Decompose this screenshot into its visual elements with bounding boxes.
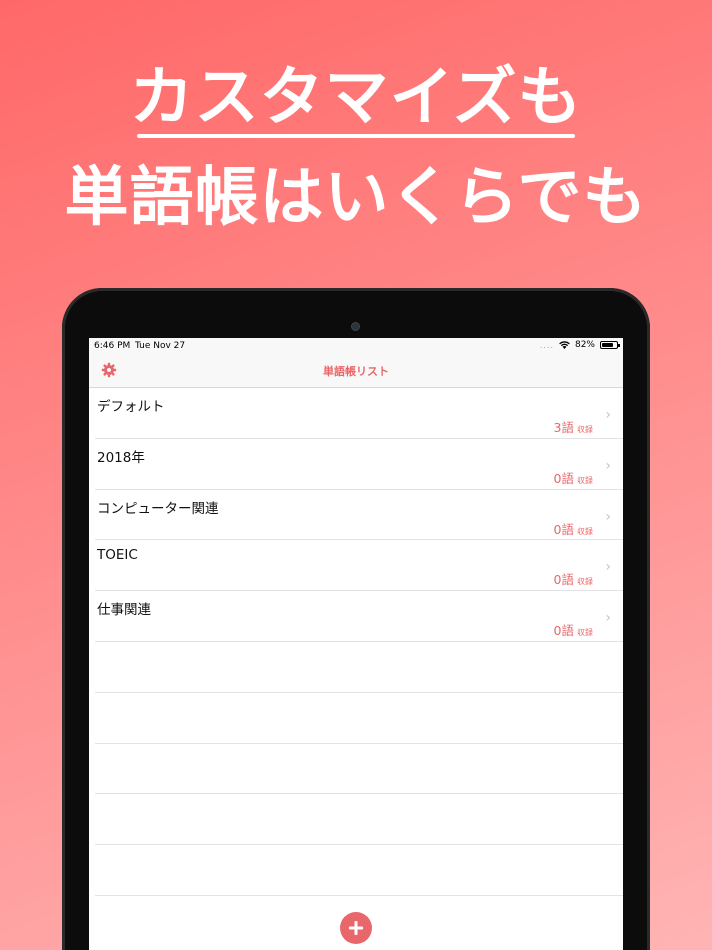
word-count: 0語 <box>553 521 574 537</box>
battery-fill <box>602 343 614 347</box>
word-count-unit: 収録 <box>577 628 593 638</box>
empty-row <box>95 693 623 744</box>
add-wordbook-button[interactable] <box>340 912 372 944</box>
chevron-right-icon: › <box>605 407 611 423</box>
camera-icon <box>351 322 360 331</box>
promo-headline: カスタマイズも 単語帳はいくらでも <box>0 0 712 290</box>
wordbook-title: 仕事関連 <box>97 602 151 619</box>
word-count-unit: 収録 <box>577 475 593 485</box>
status-date: Tue Nov 27 <box>135 341 186 351</box>
chevron-right-icon: › <box>605 457 611 474</box>
wordbook-count: 3語 収録 <box>554 417 593 436</box>
battery-percent: 82% <box>574 340 595 350</box>
wifi-icon <box>559 341 570 349</box>
chevron-right-icon: › <box>605 508 611 525</box>
wordbook-row-computer[interactable]: コンピューター関連 0語 収録 › <box>95 490 623 541</box>
wordbook-row-default[interactable]: デフォルト 3語 収録 › <box>95 388 623 439</box>
word-count-unit: 収録 <box>577 577 593 587</box>
wordbook-title: TOEIC <box>97 547 138 564</box>
wordbook-row-2018[interactable]: 2018年 0語 収録 › <box>95 439 623 490</box>
wordbook-row-toeic[interactable]: TOEIC 0語 収録 › <box>95 540 623 592</box>
wordbook-count: 0語 収録 <box>554 620 593 639</box>
chevron-right-icon: › <box>605 559 611 576</box>
app-screen: 6:46 PM Tue Nov 27 .... 82% 単語帳リスト デフォルト… <box>89 338 623 950</box>
wordbook-title: 2018年 <box>97 449 145 466</box>
wordbook-count: 0語 収録 <box>554 569 593 588</box>
wordbook-count: 0語 収録 <box>554 519 593 538</box>
status-indicators: .... 82% <box>539 340 620 350</box>
plus-icon <box>349 921 363 935</box>
wordbook-row-work[interactable]: 仕事関連 0語 収録 › <box>95 591 623 642</box>
status-bar: 6:46 PM Tue Nov 27 .... 82% <box>89 338 623 354</box>
navigation-bar: 単語帳リスト <box>89 354 623 388</box>
word-count: 0語 <box>553 572 574 588</box>
empty-row <box>95 744 623 795</box>
wordbook-title: デフォルト <box>97 399 165 415</box>
status-time: 6:46 PM <box>94 341 131 351</box>
battery-icon <box>600 341 620 349</box>
wordbook-title: コンピューター関連 <box>97 500 219 517</box>
chevron-right-icon: › <box>605 610 611 627</box>
wordbook-count: 0語 収録 <box>554 468 593 487</box>
word-count-unit: 収録 <box>577 425 593 434</box>
headline-underline <box>137 134 575 138</box>
signal-icon: .... <box>539 340 554 350</box>
word-count: 0語 <box>553 470 574 486</box>
headline-line-1: カスタマイズも <box>129 61 583 135</box>
empty-row <box>95 845 623 896</box>
empty-row <box>95 794 623 846</box>
battery-tip <box>618 344 620 347</box>
wordbook-list: デフォルト 3語 収録 › 2018年 0語 収録 › コンピューター関連 0語 収録… <box>89 388 623 896</box>
nav-title: 単語帳リスト <box>323 365 389 378</box>
word-count-unit: 収録 <box>577 526 593 536</box>
empty-row <box>95 642 623 693</box>
headline-line-2: 単語帳はいくらでも <box>64 161 648 235</box>
word-count: 0語 <box>553 623 574 639</box>
word-count: 3語 <box>553 420 574 435</box>
